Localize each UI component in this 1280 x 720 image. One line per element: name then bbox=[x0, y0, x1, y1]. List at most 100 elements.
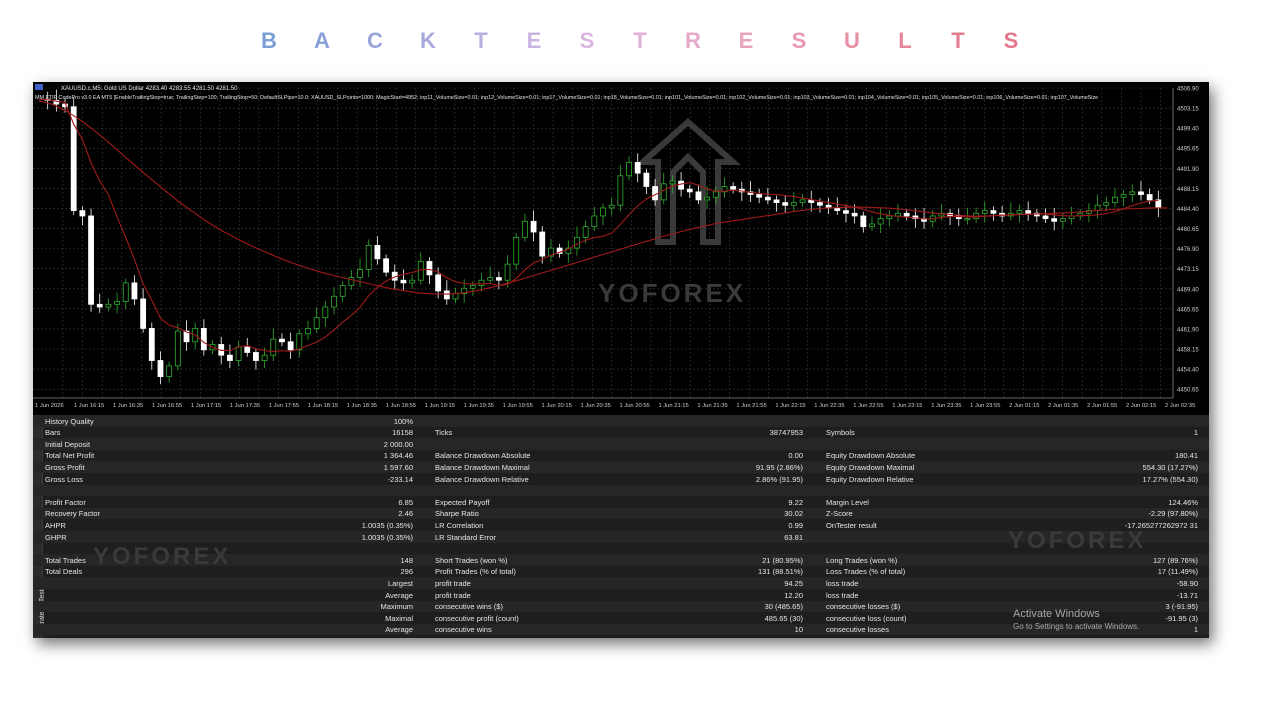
candle-bear bbox=[226, 354, 233, 361]
time-axis-label: 2 Jun 01:15 bbox=[1009, 403, 1039, 409]
metric-label: Short Trades (won %) bbox=[435, 555, 508, 565]
time-axis-label: 1 Jun 17:15 bbox=[191, 403, 221, 409]
time-axis-label: 1 Jun 22:55 bbox=[853, 403, 883, 409]
candle-bear bbox=[88, 215, 94, 305]
candle-bear bbox=[695, 191, 702, 201]
candle-bear bbox=[244, 346, 251, 353]
candle-bull bbox=[669, 180, 676, 185]
metric-label: GHPR bbox=[45, 532, 67, 542]
metric-label: consecutive losses ($) bbox=[826, 602, 901, 612]
candle-bull bbox=[877, 218, 884, 225]
title-letter: E bbox=[526, 28, 542, 53]
metric-label: Total Net Profit bbox=[45, 451, 95, 461]
candle-bear bbox=[834, 207, 841, 212]
metric-value: 63.81 bbox=[784, 532, 803, 542]
candle-bear bbox=[279, 338, 285, 343]
report-row: Largest profit trade 94.25 loss trade -58.90 bbox=[33, 577, 1209, 589]
time-axis-label: 1 Jun 18:35 bbox=[347, 403, 377, 409]
chart-svg[interactable]: 4506.90 4503.15 4499.40 4495.65 4491.90 4488.… bbox=[33, 82, 1209, 412]
candle-bull bbox=[1094, 204, 1101, 212]
price-axis-label: 4476.90 bbox=[1177, 247, 1199, 253]
candle-bull bbox=[522, 220, 528, 238]
candle-bear bbox=[200, 327, 207, 351]
metric-label: consecutive wins bbox=[435, 625, 492, 635]
candle-bear bbox=[860, 215, 867, 228]
time-axis-label: 1 Jun 23:55 bbox=[970, 403, 1000, 409]
metric-label: Profit Trades (% of total) bbox=[435, 567, 516, 577]
time-axis-label: 1 Jun 21:55 bbox=[736, 403, 766, 409]
metric-value: Average bbox=[385, 625, 413, 635]
metric-label: Balance Drawdown Maximal bbox=[435, 462, 530, 472]
title-letter: L bbox=[898, 28, 912, 53]
price-axis-label: 4488.15 bbox=[1177, 187, 1199, 193]
title-letter: R bbox=[685, 28, 701, 53]
metric-value: 485.65 (30) bbox=[764, 613, 803, 623]
candle-bear bbox=[634, 162, 641, 174]
price-axis-label: 4503.15 bbox=[1177, 107, 1199, 113]
candle-bull bbox=[313, 317, 320, 329]
candle-bull bbox=[1112, 196, 1118, 203]
price-axis-label: 4506.90 bbox=[1177, 87, 1199, 93]
candle-bull bbox=[105, 303, 112, 308]
title-letter: C bbox=[367, 28, 383, 53]
price-chart[interactable]: 4506.90 4503.15 4499.40 4495.65 4491.90 4488.… bbox=[33, 82, 1209, 412]
metric-value: Average bbox=[385, 590, 413, 600]
metric-value: 17.27% (554.30) bbox=[1142, 474, 1198, 484]
report-row: History Quality 100% bbox=[33, 415, 1209, 427]
time-axis-label: 1 Jun 16:55 bbox=[152, 403, 182, 409]
metric-label: Recovery Factor bbox=[45, 509, 101, 519]
metric-label: loss trade bbox=[826, 578, 859, 588]
metric-label: Sharpe Ratio bbox=[435, 509, 479, 519]
candle-bull bbox=[322, 306, 329, 319]
metric-value: 12.20 bbox=[784, 590, 803, 600]
candle-bear bbox=[903, 212, 910, 217]
candle-bull bbox=[331, 295, 337, 308]
title-letter: S bbox=[579, 28, 595, 53]
report-row: Gross Profit 1 597.60 Balance Drawdown Max… bbox=[33, 461, 1209, 473]
time-axis-label: 1 Jun 21:35 bbox=[697, 403, 727, 409]
activate-title: Activate Windows bbox=[1013, 608, 1100, 620]
metric-label: LR Correlation bbox=[435, 520, 484, 530]
title-letter: S bbox=[791, 28, 807, 53]
price-axis-label: 4499.40 bbox=[1177, 127, 1199, 133]
time-axis-label: 1 Jun 19:35 bbox=[464, 403, 494, 409]
candle-bull bbox=[799, 199, 806, 203]
candle-bear bbox=[400, 279, 407, 284]
time-axis-label: 1 Jun 23:15 bbox=[892, 403, 922, 409]
candle-bear bbox=[253, 352, 259, 361]
metric-label: consecutive loss (count) bbox=[826, 613, 907, 623]
candle-bull bbox=[339, 285, 346, 297]
chart-symbol-line: XAUUSD.c,M5: Gold US Dollar 4283.40 4283… bbox=[61, 86, 238, 92]
metric-value: 2.86% (91.95) bbox=[755, 474, 803, 484]
candle-bear bbox=[443, 290, 450, 300]
candle-bull bbox=[1120, 194, 1127, 198]
report-watermark-right: YOFOREX bbox=[1008, 527, 1147, 554]
metric-label: Initial Deposit bbox=[45, 439, 91, 449]
metric-value: 0.00 bbox=[788, 451, 803, 461]
metric-label: Profit Factor bbox=[45, 497, 86, 507]
metric-value: 296 bbox=[400, 567, 413, 577]
candle-bull bbox=[600, 207, 606, 217]
title-letter: U bbox=[844, 28, 860, 53]
terminal-window: 4506.90 4503.15 4499.40 4495.65 4491.90 4488.… bbox=[33, 82, 1209, 638]
metric-label: Symbols bbox=[826, 428, 855, 438]
price-axis-label: 4454.40 bbox=[1177, 368, 1199, 374]
price-axis-label: 4469.40 bbox=[1177, 287, 1199, 293]
report-watermark-left: YOFOREX bbox=[93, 543, 232, 570]
time-axis-label: 1 Jun 19:15 bbox=[425, 403, 455, 409]
metric-value: 6.85 bbox=[398, 497, 413, 507]
candle-bear bbox=[782, 202, 789, 206]
candle-bull bbox=[122, 282, 129, 303]
candle-bull bbox=[790, 202, 797, 206]
candle-bull bbox=[365, 245, 372, 270]
report-row: Recovery Factor 2.46 Sharpe Ratio 30.02 Z-Sc… bbox=[33, 507, 1209, 520]
metric-label: OnTester result bbox=[826, 520, 877, 530]
metric-label: Equity Drawdown Relative bbox=[826, 474, 914, 484]
metric-value: 131 (88.51%) bbox=[757, 567, 803, 577]
candle-bear bbox=[530, 220, 537, 233]
chart-ea-line: MM FTIP CodePro v3.0 EA MT5 [EnableTrail… bbox=[35, 95, 1098, 101]
title-letter: S bbox=[1003, 28, 1019, 53]
title-letter: T bbox=[951, 28, 965, 53]
metric-value: -13.71 bbox=[1176, 590, 1198, 600]
metric-value: 554.30 (17.27%) bbox=[1142, 462, 1198, 472]
